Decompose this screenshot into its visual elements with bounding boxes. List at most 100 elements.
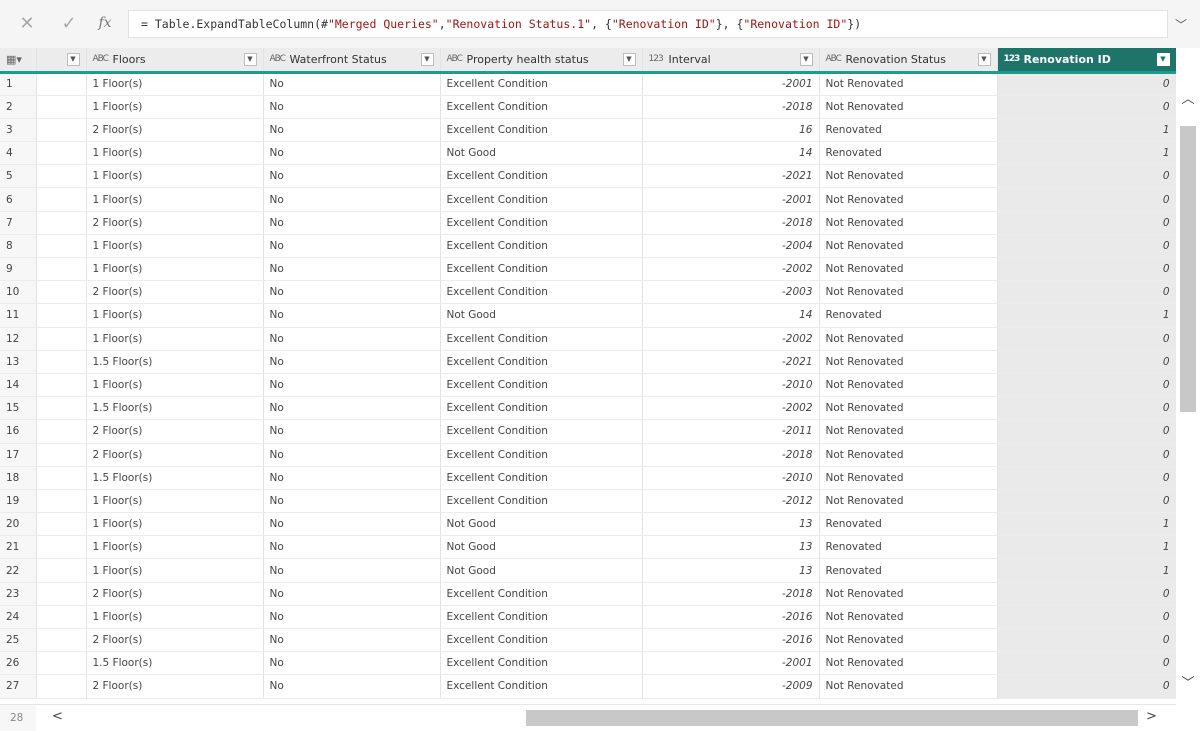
filter-dropdown-icon[interactable]: ▼ [799,52,813,66]
filter-dropdown-icon[interactable]: ▼ [1156,52,1170,66]
cell-renovation-status[interactable]: Not Renovated [819,373,998,398]
empty-cell[interactable] [36,280,87,305]
cell-renovation-id[interactable]: 0 [997,280,1176,305]
empty-cell[interactable] [36,466,87,490]
cell-floors[interactable]: 1 Floor(s) [86,512,264,537]
cell-interval[interactable]: 13 [642,512,820,537]
cell-waterfront-status[interactable]: No [263,489,441,514]
empty-cell[interactable] [36,396,87,421]
cell-renovation-status[interactable]: Renovated [819,512,998,537]
cell-renovation-id[interactable]: 0 [997,72,1176,96]
cell-waterfront-status[interactable]: No [263,280,441,305]
row-number[interactable]: 11 [0,303,37,328]
empty-cell[interactable] [36,535,87,560]
cell-waterfront-status[interactable]: No [263,373,441,398]
row-number[interactable]: 5 [0,164,37,189]
column-header-waterfront-status[interactable]: ABC Waterfront Status ▼ [263,48,441,74]
row-number[interactable]: 17 [0,443,37,467]
empty-cell[interactable] [36,512,87,537]
cell-waterfront-status[interactable]: No [263,535,441,560]
column-header-floors[interactable]: ABC Floors ▼ [86,48,264,74]
table-row[interactable]: 12 1 Floor(s) No Excellent Condition -2002 No… [0,327,1176,351]
cell-renovation-status[interactable]: Not Renovated [819,489,998,514]
cell-waterfront-status[interactable]: No [263,350,441,374]
empty-cell[interactable] [36,443,87,467]
cell-property-health-status[interactable]: Excellent Condition [440,419,643,444]
table-row[interactable]: 23 2 Floor(s) No Excellent Condition -2018 No… [0,582,1176,606]
cell-property-health-status[interactable]: Excellent Condition [440,582,643,606]
cell-floors[interactable]: 1.5 Floor(s) [86,350,264,374]
cell-floors[interactable]: 2 Floor(s) [86,443,264,467]
cell-floors[interactable]: 1 Floor(s) [86,141,264,166]
cell-waterfront-status[interactable]: No [263,605,441,630]
cell-renovation-status[interactable]: Not Renovated [819,211,998,235]
cell-renovation-id[interactable]: 0 [997,211,1176,235]
table-row[interactable]: 7 2 Floor(s) No Excellent Condition -2018 Not… [0,211,1176,235]
cell-property-health-status[interactable]: Excellent Condition [440,674,643,699]
empty-cell[interactable] [36,674,87,699]
filter-dropdown-icon[interactable]: ▼ [420,52,434,66]
cell-interval[interactable]: 13 [642,535,820,560]
table-row[interactable]: 17 2 Floor(s) No Excellent Condition -2018 No… [0,443,1176,467]
cell-waterfront-status[interactable]: No [263,211,441,235]
cell-renovation-status[interactable]: Not Renovated [819,95,998,119]
filter-dropdown-icon[interactable]: ▼ [977,52,991,66]
cell-renovation-status[interactable]: Renovated [819,535,998,560]
cell-floors[interactable]: 2 Floor(s) [86,582,264,606]
cell-property-health-status[interactable]: Excellent Condition [440,373,643,398]
cell-interval[interactable]: -2016 [642,605,820,630]
cell-renovation-status[interactable]: Not Renovated [819,628,998,653]
cell-interval[interactable]: -2021 [642,350,820,374]
row-number[interactable]: 6 [0,187,37,212]
cell-interval[interactable]: -2003 [642,280,820,305]
cell-renovation-status[interactable]: Not Renovated [819,280,998,305]
table-row[interactable]: 11 1 Floor(s) No Not Good 14 Renovated 1 [0,303,1176,328]
filter-dropdown-icon[interactable]: ▼ [243,52,257,66]
cell-property-health-status[interactable]: Excellent Condition [440,234,643,259]
cell-renovation-id[interactable]: 0 [997,674,1176,699]
table-row[interactable]: 22 1 Floor(s) No Not Good 13 Renovated 1 [0,558,1176,583]
cell-waterfront-status[interactable]: No [263,628,441,653]
cell-waterfront-status[interactable]: No [263,396,441,421]
cell-renovation-id[interactable]: 0 [997,651,1176,676]
row-number[interactable]: 3 [0,118,37,143]
cell-waterfront-status[interactable]: No [263,141,441,166]
cell-renovation-status[interactable]: Not Renovated [819,72,998,96]
row-number[interactable]: 2 [0,95,37,119]
cell-renovation-status[interactable]: Renovated [819,303,998,328]
cell-renovation-id[interactable]: 1 [997,303,1176,328]
cell-interval[interactable]: -2018 [642,211,820,235]
cell-interval[interactable]: -2016 [642,628,820,653]
cell-floors[interactable]: 1 Floor(s) [86,489,264,514]
empty-cell[interactable] [36,350,87,374]
scroll-up-icon[interactable]: ︿ [1176,88,1200,107]
row-number[interactable]: 21 [0,535,37,560]
cell-floors[interactable]: 1 Floor(s) [86,187,264,212]
table-row[interactable]: 26 1.5 Floor(s) No Excellent Condition -2001… [0,651,1176,676]
cell-interval[interactable]: -2011 [642,419,820,444]
filter-dropdown-icon[interactable]: ▼ [66,52,80,66]
cell-property-health-status[interactable]: Excellent Condition [440,443,643,467]
cell-floors[interactable]: 1 Floor(s) [86,257,264,282]
scroll-right-icon[interactable]: > [1146,709,1157,724]
cell-interval[interactable]: -2001 [642,187,820,212]
cell-property-health-status[interactable]: Excellent Condition [440,95,643,119]
horizontal-scroll-thumb[interactable] [526,710,1138,726]
cell-renovation-status[interactable]: Not Renovated [819,443,998,467]
empty-cell[interactable] [36,327,87,351]
table-row[interactable]: 18 1.5 Floor(s) No Excellent Condition -2010… [0,466,1176,490]
cell-property-health-status[interactable]: Excellent Condition [440,396,643,421]
scroll-left-icon[interactable]: < [52,709,63,724]
cell-property-health-status[interactable]: Excellent Condition [440,257,643,282]
number-type-icon[interactable]: 123 [1004,54,1024,64]
cell-renovation-id[interactable]: 0 [997,373,1176,398]
empty-cell[interactable] [36,72,87,96]
empty-cell[interactable] [36,95,87,119]
cell-floors[interactable]: 1 Floor(s) [86,373,264,398]
cell-renovation-id[interactable]: 1 [997,558,1176,583]
scroll-down-icon[interactable]: ﹀ [1176,672,1200,691]
cell-renovation-status[interactable]: Renovated [819,558,998,583]
cell-property-health-status[interactable]: Excellent Condition [440,280,643,305]
empty-cell[interactable] [36,558,87,583]
row-number[interactable]: 20 [0,512,37,537]
